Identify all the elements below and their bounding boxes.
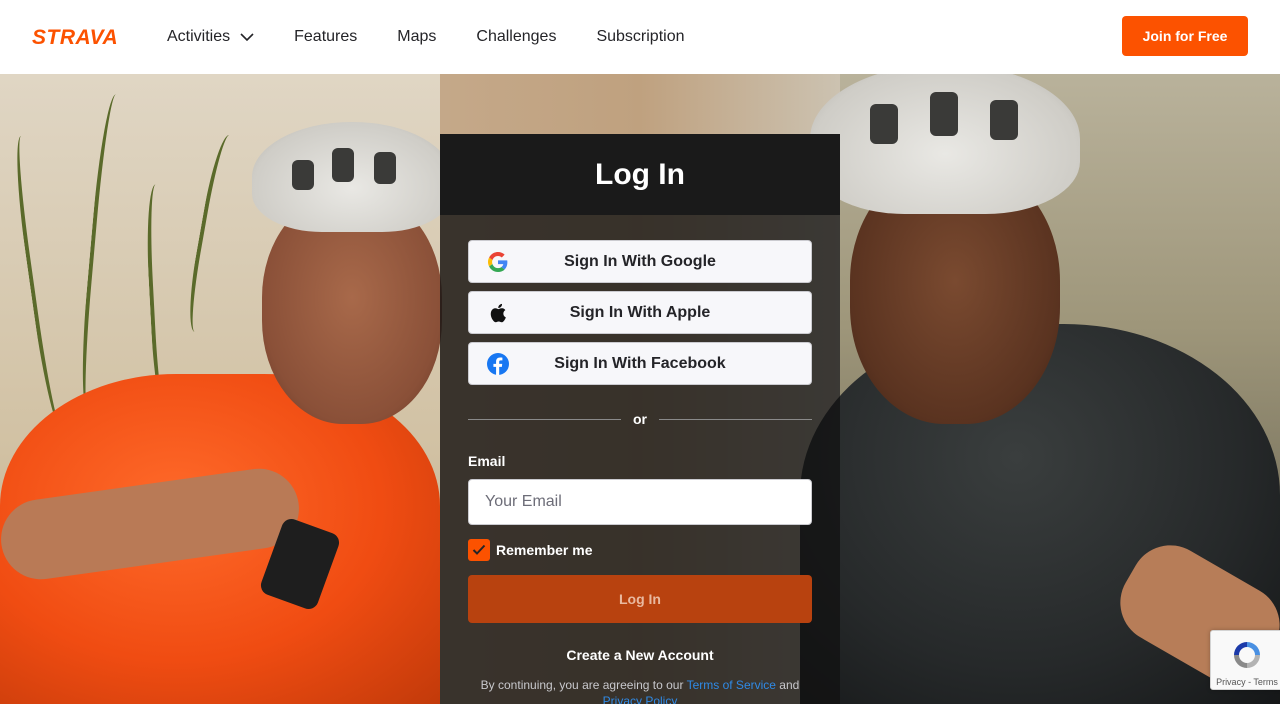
recaptcha-links: Privacy - Terms bbox=[1216, 677, 1278, 687]
apple-icon bbox=[487, 302, 509, 324]
email-field[interactable] bbox=[468, 479, 812, 525]
email-label: Email bbox=[468, 453, 506, 469]
main-nav: Activities Features Maps Challenges Subs… bbox=[167, 0, 725, 74]
recaptcha-privacy-link[interactable]: Privacy bbox=[1216, 677, 1246, 687]
sign-in-apple-button[interactable]: Sign In With Apple bbox=[468, 291, 812, 334]
terms-notice: By continuing, you are agreeing to our T… bbox=[468, 677, 812, 704]
terms-mid: and bbox=[775, 678, 800, 692]
sign-in-google-button[interactable]: Sign In With Google bbox=[468, 240, 812, 283]
nav-activities-label: Activities bbox=[167, 28, 231, 45]
nav-challenges-label: Challenges bbox=[476, 28, 557, 45]
nav-activities[interactable]: Activities bbox=[167, 28, 254, 46]
nav-subscription-label: Subscription bbox=[596, 28, 685, 45]
sign-in-facebook-button[interactable]: Sign In With Facebook bbox=[468, 342, 812, 385]
site-header: STRAVA Activities Features Maps Challeng… bbox=[0, 0, 1280, 74]
recaptcha-icon bbox=[1234, 642, 1260, 668]
terms-prefix: By continuing, you are agreeing to our bbox=[480, 678, 687, 692]
login-card-body: Sign In With Google Sign In With Apple S… bbox=[440, 215, 840, 704]
nav-features[interactable]: Features bbox=[294, 28, 357, 46]
remember-me-checkbox[interactable] bbox=[468, 539, 490, 561]
nav-challenges[interactable]: Challenges bbox=[476, 28, 556, 46]
logo-text: STRAVA bbox=[32, 26, 118, 46]
terms-of-service-link[interactable]: Terms of Service bbox=[687, 678, 776, 692]
nav-maps-label: Maps bbox=[397, 28, 437, 45]
remember-me-row: Remember me bbox=[468, 539, 812, 561]
chevron-down-icon bbox=[240, 28, 254, 46]
join-for-free-button[interactable]: Join for Free bbox=[1122, 16, 1248, 56]
hero-rider-right-helmet bbox=[810, 74, 1080, 214]
divider-line bbox=[659, 418, 812, 420]
sign-in-apple-label: Sign In With Apple bbox=[569, 303, 711, 321]
log-in-button[interactable]: Log In bbox=[468, 575, 812, 623]
sign-in-google-label: Sign In With Google bbox=[564, 252, 716, 270]
recaptcha-badge[interactable]: Privacy - Terms bbox=[1210, 630, 1280, 690]
divider-text: or bbox=[633, 411, 647, 427]
remember-me-label: Remember me bbox=[496, 542, 593, 558]
checkmark-icon bbox=[472, 544, 486, 555]
hero-rider-left-helmet bbox=[252, 122, 452, 232]
login-card-header: Log In bbox=[440, 134, 840, 215]
divider-line bbox=[468, 418, 621, 420]
sign-in-facebook-label: Sign In With Facebook bbox=[554, 354, 726, 372]
nav-features-label: Features bbox=[294, 28, 358, 45]
nav-maps[interactable]: Maps bbox=[397, 28, 436, 46]
privacy-policy-link[interactable]: Privacy Policy bbox=[603, 694, 678, 704]
strava-logo[interactable]: STRAVA bbox=[32, 26, 128, 51]
recaptcha-terms-link[interactable]: Terms bbox=[1253, 677, 1278, 687]
google-icon bbox=[487, 251, 509, 273]
login-title: Log In bbox=[595, 157, 685, 191]
or-divider: or bbox=[468, 411, 812, 427]
nav-subscription[interactable]: Subscription bbox=[596, 28, 684, 46]
create-account-link[interactable]: Create a New Account bbox=[468, 647, 812, 663]
facebook-icon bbox=[487, 353, 509, 375]
login-card: Log In Sign In With Google Sign In With … bbox=[440, 134, 840, 704]
